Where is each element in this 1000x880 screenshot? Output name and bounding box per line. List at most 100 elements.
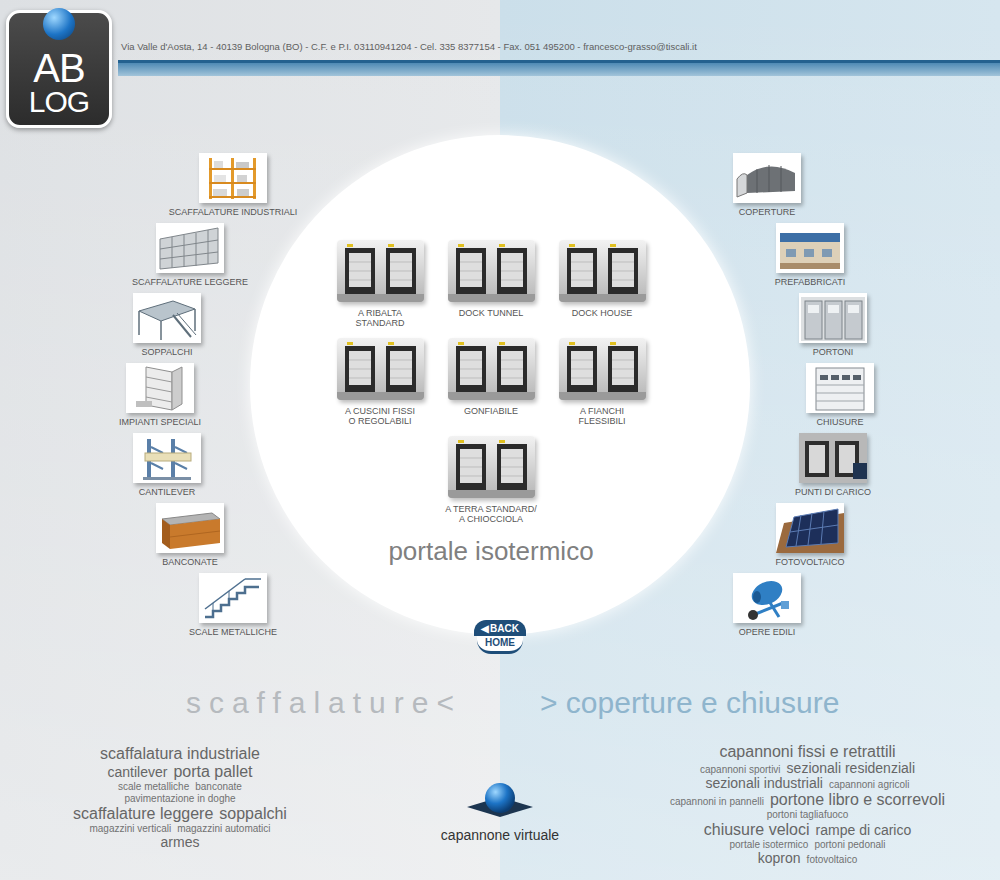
menu-item[interactable]: SCALE METALLICHE (158, 573, 308, 638)
product-label[interactable]: DOCK HOUSE (572, 308, 633, 318)
tag-link[interactable]: sezionali industriali (705, 776, 823, 791)
dock-door-icon[interactable] (448, 338, 535, 400)
product-label-line[interactable]: A CUSCINI FISSI (345, 406, 415, 416)
menu-item[interactable]: SCAFFALATURE INDUSTRIALI (158, 153, 308, 218)
product-label-line[interactable]: O REGOLABILI (345, 416, 415, 426)
product-label-line[interactable]: DOCK TUNNEL (459, 308, 523, 318)
menu-item[interactable]: COPERTURE (692, 153, 842, 218)
tag-link[interactable]: scaffalature leggere (73, 805, 213, 823)
product-card[interactable]: A CUSCINI FISSIO REGOLABILI (325, 338, 436, 426)
tag-link[interactable]: pavimentazione in doghe (124, 793, 235, 805)
menu-thumb-icon[interactable] (133, 433, 201, 483)
product-label[interactable]: GONFIABILE (464, 406, 518, 416)
product-label-line[interactable]: A FIANCHI (578, 406, 625, 416)
virtual-warehouse-link[interactable]: capannone virtuale (360, 743, 640, 866)
menu-item[interactable]: IMPIANTI SPECIALI (85, 363, 235, 428)
product-label[interactable]: DOCK TUNNEL (459, 308, 523, 318)
menu-item[interactable]: CANTILEVER (92, 433, 242, 498)
product-card[interactable]: A FIANCHIFLESSIBILI (547, 338, 658, 426)
product-card[interactable]: A TERRA STANDARD/A CHIOCCIOLA (436, 436, 547, 524)
dock-door-icon[interactable] (448, 436, 535, 498)
menu-item[interactable]: OPERE EDILI (692, 573, 842, 638)
menu-label[interactable]: SOPPALCHI (142, 347, 193, 358)
tag-link[interactable]: capannoni in pannelli (670, 796, 764, 808)
menu-label[interactable]: FOTOVOLTAICO (775, 557, 844, 568)
menu-thumb-icon[interactable] (799, 293, 867, 343)
menu-thumb-icon[interactable] (126, 363, 194, 413)
tag-link[interactable]: portale isotermico (729, 839, 808, 851)
tag-link[interactable]: fotovoltaico (807, 854, 858, 866)
dock-door-icon[interactable] (448, 240, 535, 302)
menu-thumb-icon[interactable] (799, 433, 867, 483)
product-label-line[interactable]: A CHIOCCIOLA (445, 514, 537, 524)
menu-thumb-icon[interactable] (156, 503, 224, 553)
menu-item[interactable]: PREFABBRICATI (735, 223, 885, 288)
product-label-line[interactable]: A RIBALTA (356, 308, 405, 318)
product-label-line[interactable]: FLESSIBILI (578, 416, 625, 426)
product-card[interactable]: DOCK TUNNEL (436, 240, 547, 328)
product-label-line[interactable]: DOCK HOUSE (572, 308, 633, 318)
menu-label[interactable]: PUNTI DI CARICO (795, 487, 871, 498)
tag-link[interactable]: armes (161, 835, 200, 850)
menu-thumb-icon[interactable] (776, 223, 844, 273)
tag-link[interactable]: portoni pedonali (814, 839, 885, 851)
tag-link[interactable]: kopron (758, 851, 801, 866)
product-label-line[interactable]: A TERRA STANDARD/ (445, 504, 537, 514)
menu-thumb-icon[interactable] (156, 223, 224, 273)
tag-link[interactable]: soppalchi (219, 805, 287, 823)
menu-label[interactable]: OPERE EDILI (739, 627, 796, 638)
menu-label[interactable]: COPERTURE (739, 207, 795, 218)
menu-thumb-icon[interactable] (199, 153, 267, 203)
logo-text-top[interactable]: AB (33, 49, 84, 87)
product-label[interactable]: A CUSCINI FISSIO REGOLABILI (345, 406, 415, 426)
menu-label[interactable]: CANTILEVER (139, 487, 196, 498)
menu-item[interactable]: SOPPALCHI (92, 293, 242, 358)
back-home-button[interactable]: ◀BACKHOME (470, 620, 530, 654)
menu-item[interactable]: FOTOVOLTAICO (735, 503, 885, 568)
menu-label[interactable]: SCALE METALLICHE (189, 627, 277, 638)
dock-door-icon[interactable] (559, 240, 646, 302)
tag-link[interactable]: portoni tagliafuoco (767, 809, 849, 821)
tag-link[interactable]: capannoni agricoli (829, 779, 910, 791)
tag-link[interactable]: porta pallet (173, 763, 252, 781)
tag-link[interactable]: portone libro e scorrevoli (770, 791, 945, 809)
product-label[interactable]: A RIBALTASTANDARD (356, 308, 405, 328)
menu-label[interactable]: IMPIANTI SPECIALI (119, 417, 201, 428)
sphere-icon[interactable] (465, 781, 535, 825)
product-label-line[interactable]: STANDARD (356, 318, 405, 328)
product-label[interactable]: A FIANCHIFLESSIBILI (578, 406, 625, 426)
tag-link[interactable]: banconate (195, 781, 242, 793)
tag-link[interactable]: rampe di carico (816, 823, 912, 838)
menu-label[interactable]: PREFABBRICATI (775, 277, 845, 288)
menu-item[interactable]: BANCONATE (115, 503, 265, 568)
menu-label[interactable]: BANCONATE (162, 557, 217, 568)
tag-link[interactable]: chiusure veloci (704, 821, 810, 839)
dock-door-icon[interactable] (337, 240, 424, 302)
logo-text-bottom[interactable]: LOG (29, 87, 89, 117)
back-label[interactable]: BACK (490, 622, 519, 635)
menu-label[interactable]: CHIUSURE (816, 417, 863, 428)
tag-link[interactable]: scaffalatura industriale (100, 745, 260, 763)
section-left[interactable]: scaffalature< (0, 685, 500, 721)
dock-door-icon[interactable] (559, 338, 646, 400)
menu-thumb-icon[interactable] (733, 153, 801, 203)
menu-label[interactable]: SCAFFALATURE INDUSTRIALI (169, 207, 297, 218)
product-card[interactable]: DOCK HOUSE (547, 240, 658, 328)
back-button[interactable]: ◀BACK (474, 620, 526, 636)
tag-link[interactable]: magazzini verticali (89, 823, 171, 835)
product-label[interactable]: A TERRA STANDARD/A CHIOCCIOLA (445, 504, 537, 524)
menu-item[interactable]: PUNTI DI CARICO (758, 433, 908, 498)
product-label-line[interactable]: GONFIABILE (464, 406, 518, 416)
tag-link[interactable]: magazzini automatici (177, 823, 270, 835)
menu-thumb-icon[interactable] (733, 573, 801, 623)
menu-item[interactable]: PORTONI (758, 293, 908, 358)
tag-link[interactable]: scale metalliche (118, 781, 189, 793)
menu-thumb-icon[interactable] (776, 503, 844, 553)
home-label[interactable]: HOME (477, 636, 523, 654)
menu-label[interactable]: PORTONI (813, 347, 854, 358)
menu-thumb-icon[interactable] (199, 573, 267, 623)
tag-link[interactable]: capannoni sportivi (700, 764, 781, 776)
virtual-label[interactable]: capannone virtuale (441, 827, 559, 843)
tag-link[interactable]: sezionali residenziali (787, 761, 915, 776)
menu-item[interactable]: CHIUSURE (765, 363, 915, 428)
